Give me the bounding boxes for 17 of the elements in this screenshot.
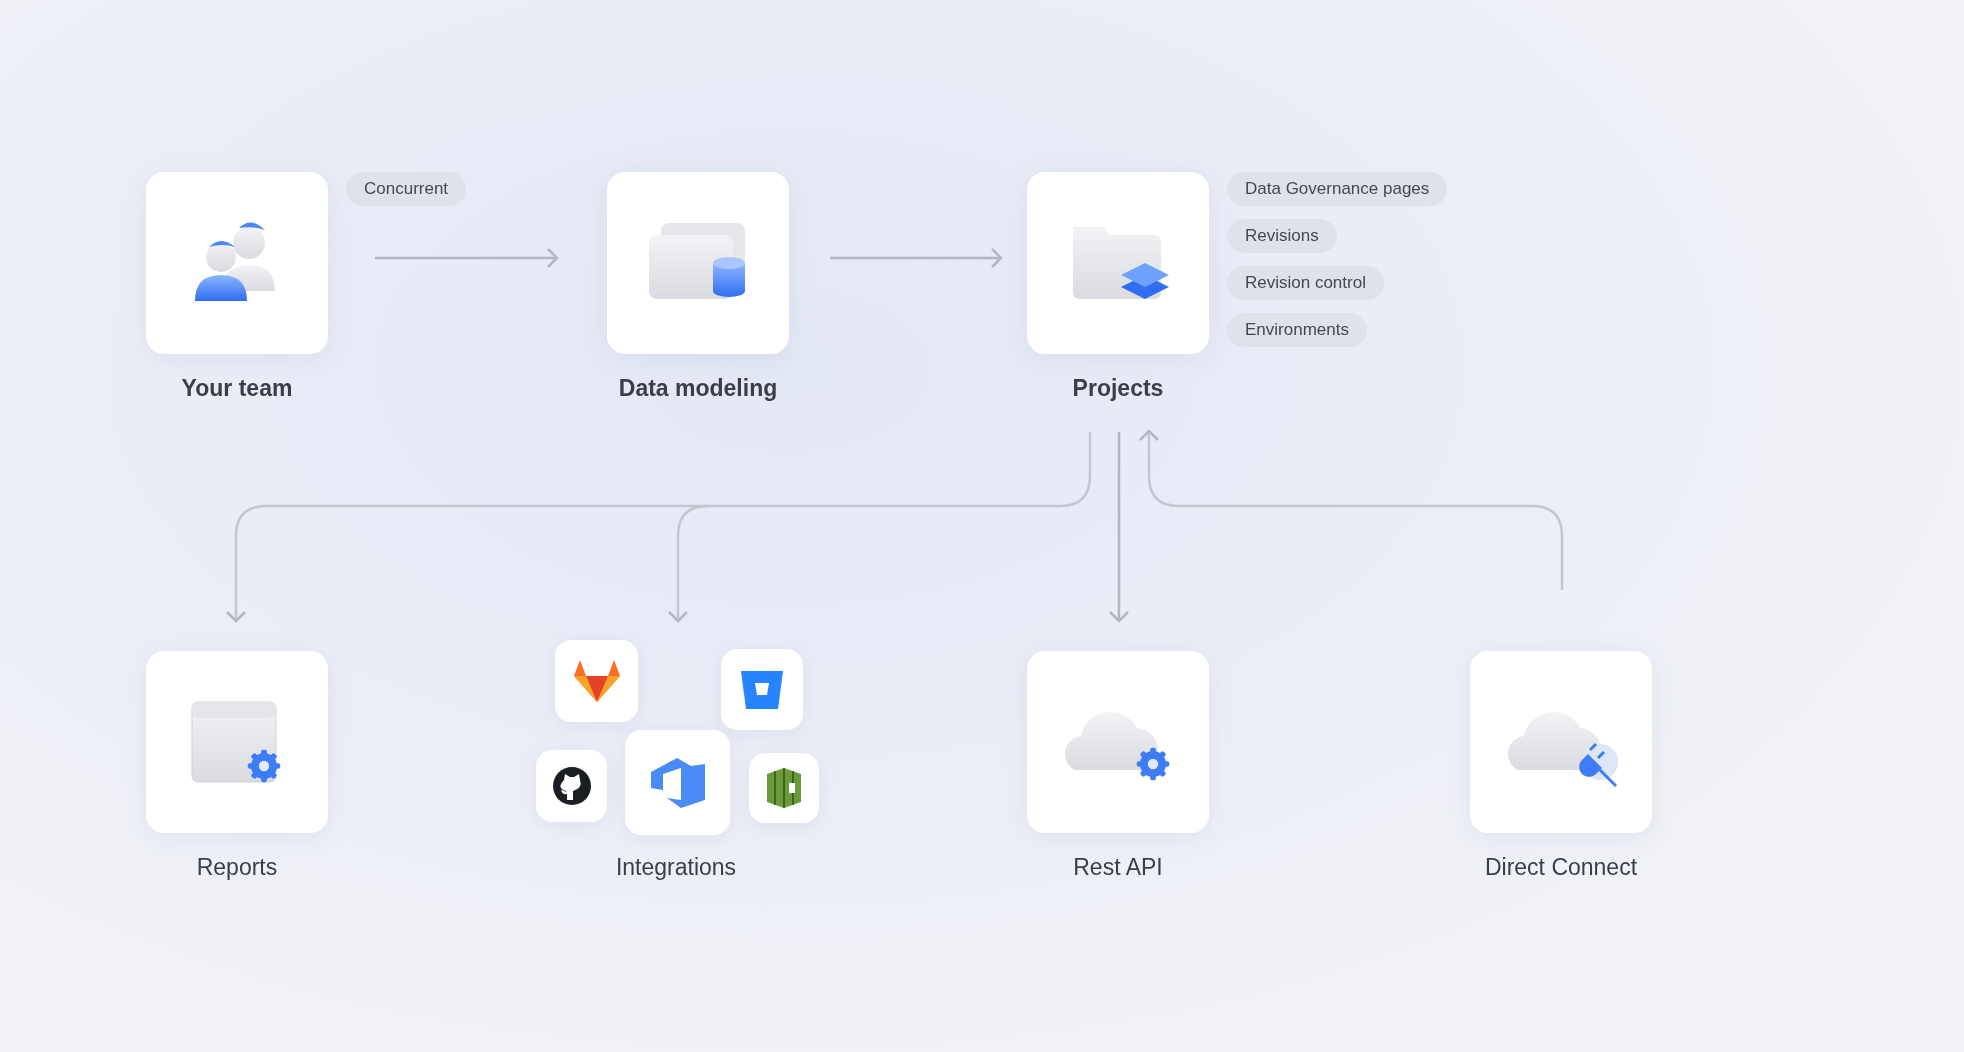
- node-label: Integrations: [614, 854, 738, 881]
- feature-tag: Concurrent: [346, 172, 467, 206]
- cat-silhouette-icon: [551, 766, 592, 806]
- bucket-logo-icon: [741, 670, 783, 709]
- fox-logo-icon: [573, 660, 620, 702]
- node-label: Data modeling: [617, 375, 779, 402]
- node-label: Reports: [195, 854, 279, 881]
- node-label: Projects: [1071, 375, 1165, 402]
- node-label: Rest API: [1072, 854, 1164, 881]
- feature-tag: Revision control: [1227, 266, 1384, 300]
- feature-tag: Revisions: [1227, 219, 1337, 253]
- bracket-logo-icon: [650, 757, 705, 808]
- node-label: Direct Connect: [1483, 854, 1639, 881]
- node-label: Your team: [180, 375, 294, 402]
- hexagon-blocks-icon: [767, 768, 801, 808]
- feature-tag: Data Governance pages: [1227, 172, 1448, 206]
- feature-tag: Environments: [1227, 313, 1367, 347]
